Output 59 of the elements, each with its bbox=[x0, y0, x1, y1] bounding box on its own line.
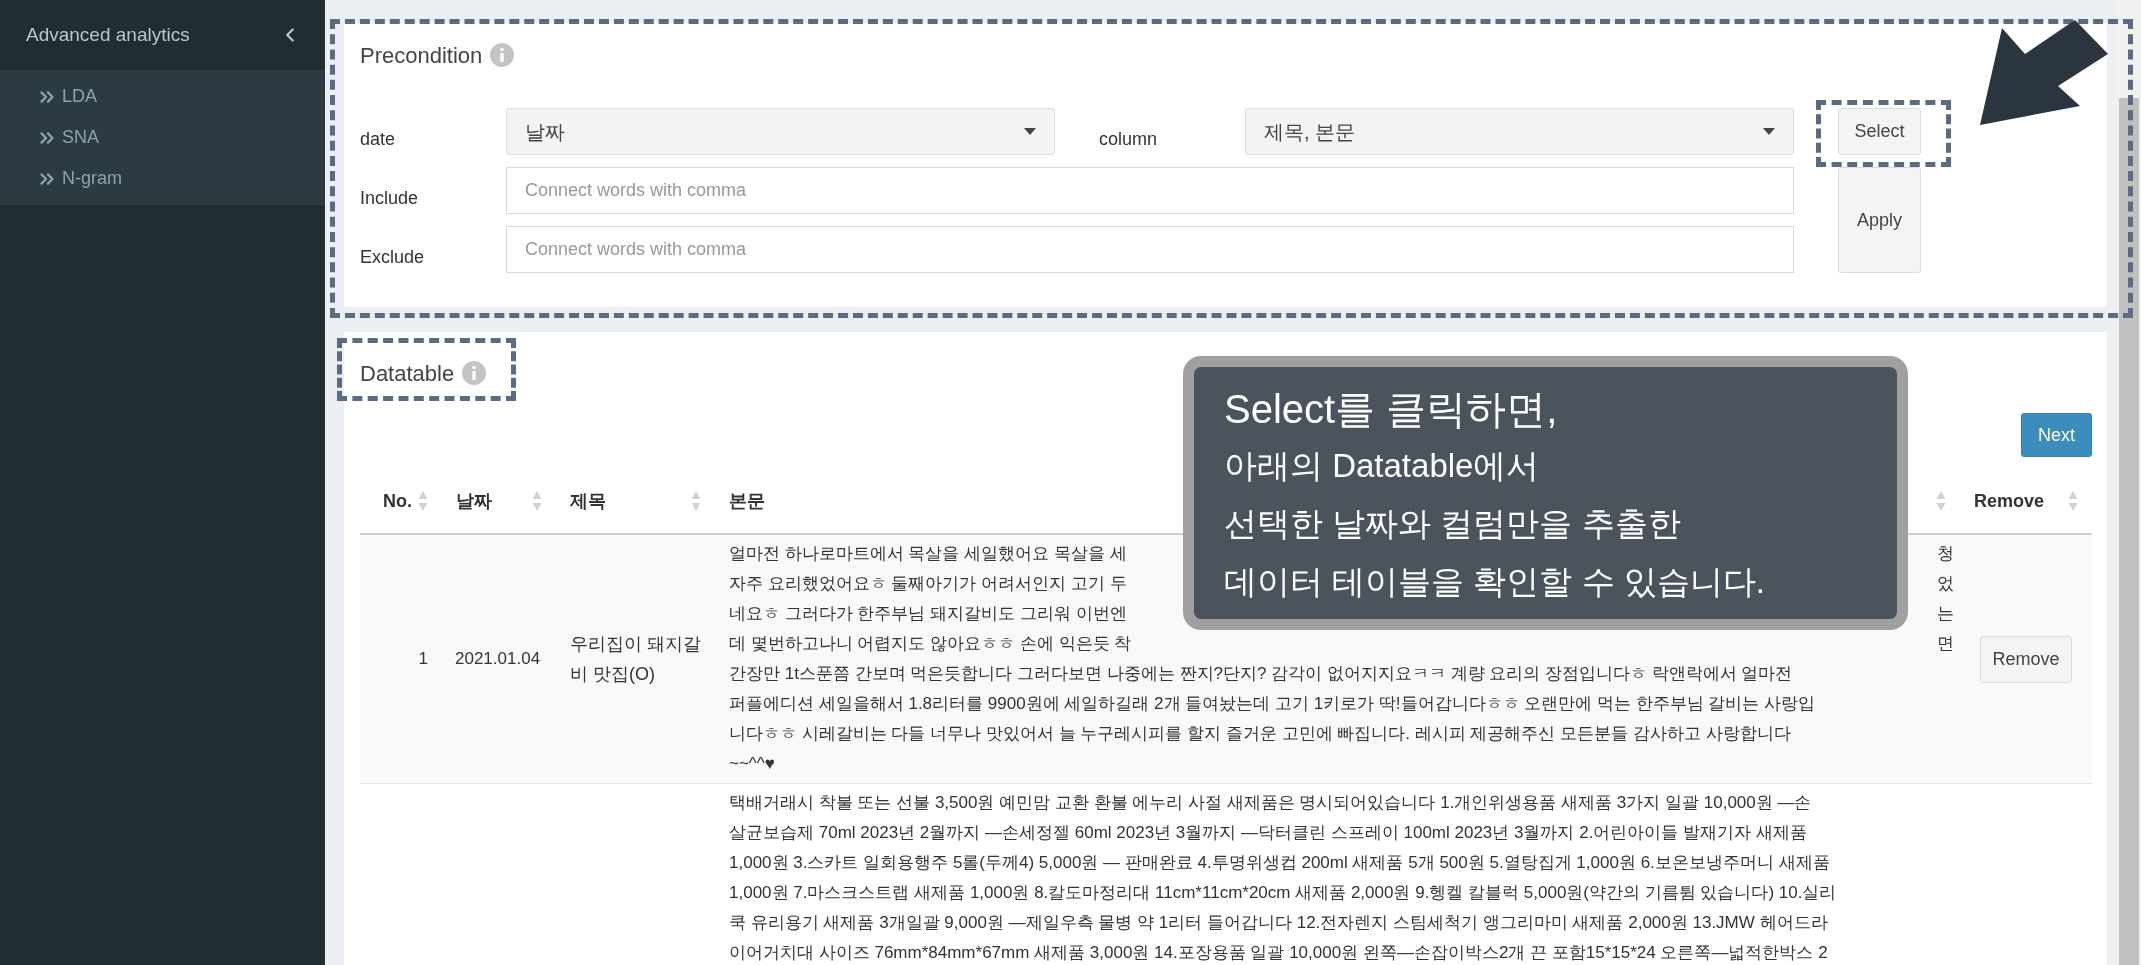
arrow-icon bbox=[1980, 20, 2110, 125]
column-header[interactable]: No. bbox=[383, 487, 412, 515]
caret-icon bbox=[1763, 128, 1775, 135]
sidebar-item[interactable]: N-gram bbox=[0, 158, 325, 199]
input-field[interactable]: Connect words with comma bbox=[506, 226, 1794, 273]
text-line: 니다ㅎㅎ 시레갈비는 다들 너무나 맛있어서 늘 누구레시피를 할지 즐거운 고민에 빠집니다. 레시피 제공해주신 모든분들 감사하고 사랑합니다 bbox=[729, 723, 1791, 746]
dropdown[interactable]: 제목, 본문 bbox=[1245, 108, 1794, 155]
text-line: ~~^^♥ bbox=[729, 753, 775, 776]
scrollbar[interactable] bbox=[2117, 0, 2141, 965]
sidebar-item[interactable]: SNA bbox=[0, 117, 325, 158]
sort-icon[interactable] bbox=[418, 490, 428, 512]
sort-icon[interactable] bbox=[532, 490, 542, 512]
apply-button[interactable]: Apply bbox=[1838, 167, 1921, 273]
text-line: 이어거치대 사이즈 76mm*84mm*67mm 새제품 3,000원 14.포장용품 일괄 10,000원 왼쪽—손잡이박스2개 끈 포함15*15*24 오른쪽—넓적한박스 2 bbox=[729, 942, 1828, 965]
text-line: 쿡 유리용기 새제품 3개일괄 9,000원 —제일우측 물병 약 1리터 들어갑니다 12.전자렌지 스팀세척기 앵그리마미 새제품 2,000원 13.JMW 헤어드라 bbox=[729, 912, 1828, 935]
field-label: Exclude bbox=[360, 246, 426, 269]
table-cell-text: 1 bbox=[418, 648, 428, 671]
text-line: 살균보습제 70ml 2023년 2월까지 —손세정젤 60ml 2023년 3월까지 —닥터클린 스프레이 100ml 2023년 3월까지 2.어린아이들 발재기자 새제품 bbox=[729, 822, 1807, 845]
next-button[interactable]: Next bbox=[2021, 413, 2092, 457]
input-field[interactable]: Connect words with comma bbox=[506, 167, 1794, 214]
caret-icon bbox=[1024, 128, 1036, 135]
text-line: 1,000원 7.마스크스트랩 새제품 1,000원 8.칼도마정리대 11cm*11cm*20cm 새제품 2,000원 9.헹켈 칼블럭 5,000원(약간의 기름튐 있습니다) 10.실리 bbox=[729, 882, 1837, 905]
column-header[interactable]: Remove bbox=[1974, 487, 2045, 515]
table-cell-text: 2021.01.04 bbox=[455, 648, 541, 671]
sort-icon[interactable] bbox=[2068, 490, 2078, 512]
field-label: column bbox=[1098, 128, 1159, 151]
dropdown[interactable]: 날짜 bbox=[506, 108, 1055, 155]
card-title: Datatable bbox=[360, 359, 455, 388]
text-line: 데 몇번하고나니 어렵지도 않아요ㅎㅎ 손에 익은듯 착 bbox=[729, 633, 1132, 656]
text-line: 퍼플에디션 세일을해서 1.8리터를 9900원에 세일하길래 2개 들여놨는데 고기 1키로가 딱!들어갑니다ㅎㅎ 오랜만에 먹는 한주부님 갈비는 사랑입 bbox=[729, 693, 1816, 716]
field-label: date bbox=[360, 128, 397, 151]
card-title: Precondition bbox=[360, 41, 483, 70]
text-line: 택배거래시 착불 또는 선불 3,500원 예민맘 교환 환불 에누리 사절 새제품은 명시되어있습니다 1.개인위생용품 새제품 3가지 일괄 10,000원 —손 bbox=[729, 792, 1812, 815]
callout-text: 선택한 날짜와 컬럼만을 추출한 bbox=[1224, 504, 1681, 544]
sidebar-title: Advanced analytics bbox=[26, 22, 190, 47]
text-line: 었 bbox=[1937, 573, 1954, 596]
sort-icon[interactable] bbox=[1936, 490, 1946, 512]
info-icon bbox=[490, 43, 515, 67]
text-line: 는 bbox=[1937, 603, 1954, 626]
text-line: 간장만 1t스푼쯤 간보며 먹은듯합니다 그러다보면 나중에는 짠지?단지? 감각이 없어지지요ㅋㅋ 계량 요리의 장점입니다ㅎ 락앤락에서 얼마전 bbox=[729, 663, 1793, 686]
callout-text: 아래의 Datatable에서 bbox=[1224, 446, 1540, 486]
sort-icon[interactable] bbox=[691, 490, 701, 512]
text-line: 얼마전 하나로마트에서 목살을 세일했어요 목살을 세 bbox=[729, 543, 1127, 566]
column-header[interactable]: 날짜 bbox=[456, 487, 492, 515]
text-line: 청 bbox=[1937, 543, 1954, 566]
text-line: 네요ㅎ 그러다가 한주부님 돼지갈비도 그리워 이번엔 bbox=[729, 603, 1127, 626]
table-cell-text: 우리집이 돼지갈비 맛집(O) bbox=[570, 633, 701, 686]
callout-heading: Select를 클릭하면, bbox=[1224, 386, 1558, 433]
field-label: Include bbox=[360, 187, 420, 210]
text-line: 면 bbox=[1937, 633, 1954, 656]
callout-text: 데이터 테이블을 확인할 수 있습니다. bbox=[1224, 562, 1765, 602]
sidebar-item[interactable]: LDA bbox=[0, 76, 325, 117]
text-line: 자주 요리했었어요ㅎ 둘째아기가 어려서인지 고기 두 bbox=[729, 573, 1127, 596]
info-icon bbox=[462, 361, 487, 385]
column-header[interactable]: 제목 bbox=[570, 487, 606, 515]
column-header[interactable]: 본문 bbox=[729, 487, 765, 515]
text-line: 1,000원 3.스카트 일회용행주 5롤(두께4) 5,000원 — 판매완료 4.투명위생컵 200ml 새제품 5개 500원 5.열탕집게 1,000원 6.보온보냉주머니 새제품 bbox=[729, 852, 1830, 875]
select-button[interactable]: Select bbox=[1838, 108, 1921, 155]
remove-button[interactable]: Remove bbox=[1980, 635, 2072, 683]
